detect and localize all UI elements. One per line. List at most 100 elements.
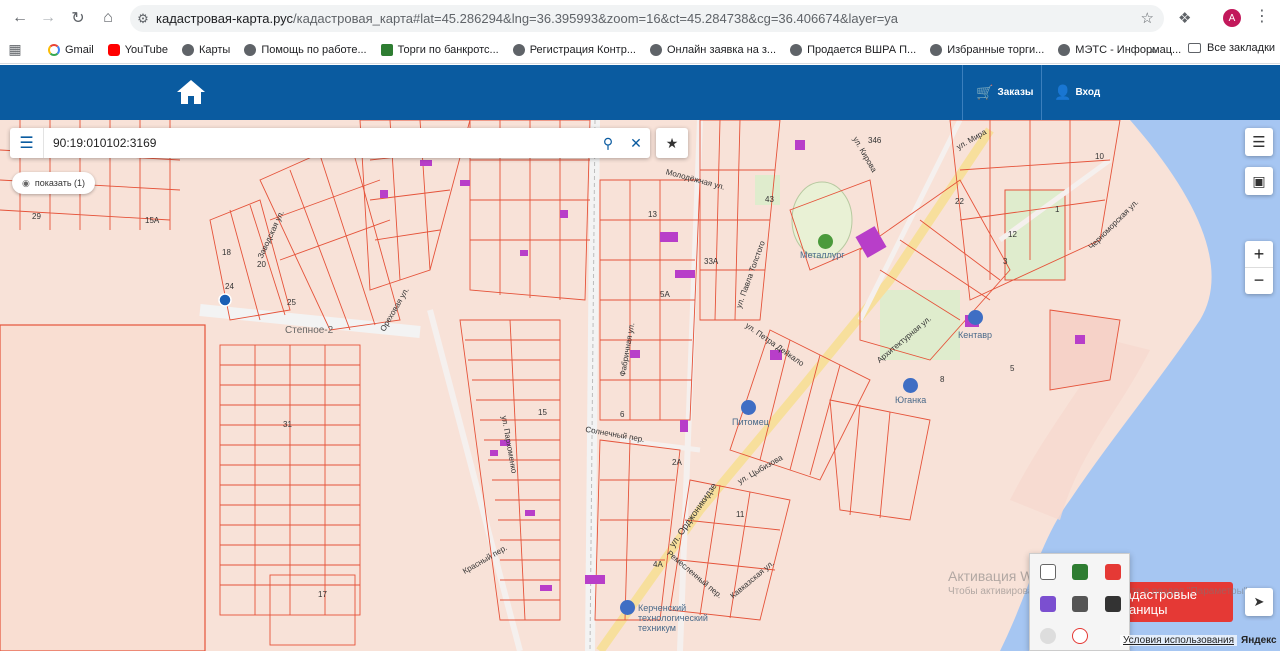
menu-dots-icon[interactable]: ⋮ — [1254, 6, 1270, 26]
plot-number: 25 — [287, 298, 296, 307]
bookmark-mets[interactable]: МЭТС - Информац... — [1058, 43, 1181, 56]
place-label[interactable]: Кентавр — [958, 330, 992, 340]
college-icon[interactable] — [620, 600, 635, 615]
puzzle-icon[interactable] — [1040, 628, 1056, 644]
shield-icon[interactable] — [1072, 564, 1088, 580]
geolocation-icon[interactable]: ➤ — [1245, 588, 1273, 616]
plot-number: 31 — [283, 420, 292, 429]
browser-toolbar: ← → ↻ ⌂ ⚙ кадастровая-карта.рус/кадастро… — [0, 0, 1280, 36]
plot-number: 43 — [765, 195, 774, 204]
plot-number: 4А — [653, 560, 663, 569]
extensions-popup — [1029, 553, 1130, 651]
bookmark-gmail[interactable]: Gmail — [48, 43, 94, 56]
plot-number: 2А — [672, 458, 682, 467]
plot-number: 17 — [318, 590, 327, 599]
bookmark-registration[interactable]: Регистрация Контр... — [512, 43, 636, 56]
stadium-icon[interactable] — [818, 234, 833, 249]
home-logo-icon[interactable] — [176, 79, 206, 105]
show-results-button[interactable]: ◉ показать (1) — [12, 172, 96, 194]
reload-icon[interactable]: ↻ — [64, 4, 92, 32]
bookmark-youtube[interactable]: YouTube — [107, 43, 168, 56]
bookmarks-more-icon[interactable]: » — [1150, 43, 1157, 57]
layers-icon[interactable]: ☰ — [1245, 128, 1273, 156]
bookmark-favorite-trades[interactable]: Избранные торги... — [930, 43, 1044, 56]
globe-icon — [181, 43, 194, 56]
field-parcel — [0, 324, 206, 651]
place-label[interactable]: Металлург — [800, 250, 845, 260]
plot-number: 22 — [955, 197, 964, 206]
gmail-icon — [48, 43, 60, 56]
globe-icon — [650, 43, 662, 56]
cart-icon: 🛒 — [976, 84, 994, 100]
zoom-out-button[interactable]: − — [1245, 267, 1273, 293]
menu-burger-icon[interactable]: ☰ — [10, 128, 44, 158]
plot-number: 20 — [257, 260, 266, 269]
site-info-icon[interactable]: ⚙ — [130, 11, 156, 27]
sport-club-icon[interactable] — [968, 310, 983, 325]
globe-icon — [244, 43, 257, 56]
plot-number: 8 — [940, 375, 945, 384]
parcels-centre — [459, 120, 701, 621]
bookmark-star-icon[interactable]: ☆ — [1141, 9, 1154, 27]
cadastral-number-input[interactable] — [44, 129, 594, 157]
yandex-logo[interactable]: Яндекс — [1241, 635, 1277, 646]
hotel-icon[interactable] — [903, 378, 918, 393]
yandex-icon[interactable] — [1072, 628, 1088, 644]
map-footer: Условия использования Яндекс — [1120, 632, 1277, 648]
globe-icon — [930, 43, 943, 56]
bottle-icon[interactable] — [1040, 564, 1056, 580]
orders-link[interactable]: 🛒 Заказы — [976, 84, 1033, 101]
plot-number: 10 — [1095, 152, 1104, 161]
bookmark-online-request[interactable]: Онлайн заявка на з... — [650, 43, 776, 56]
user-icon: 👤 — [1054, 84, 1072, 100]
plot-number: 5 — [1010, 364, 1015, 373]
plot-number: 24 — [225, 282, 234, 291]
street-label: Степное-2 — [285, 325, 334, 336]
bookmark-for-sale[interactable]: Продается ВШРА П... — [790, 43, 916, 56]
plot-number: 5А — [660, 290, 670, 299]
plot-number: 3 — [1003, 257, 1008, 266]
cadastral-search: ☰ ⚲ ✕ — [10, 128, 650, 158]
selected-plot-marker[interactable] — [218, 293, 232, 307]
clear-icon[interactable]: ✕ — [622, 128, 650, 158]
globe-icon — [1058, 43, 1071, 56]
place-label[interactable]: Питомец — [732, 417, 769, 427]
apps-grid-icon[interactable]: ▦ — [0, 41, 30, 58]
plot-number: 12 — [1008, 230, 1017, 239]
all-bookmarks[interactable]: Все закладки — [1188, 42, 1275, 54]
zoom-in-button[interactable]: + — [1245, 241, 1273, 267]
favorite-star-icon[interactable]: ★ — [656, 128, 688, 158]
plot-number: 6 — [620, 410, 625, 419]
forward-arrow-icon[interactable]: → — [34, 4, 62, 32]
record-icon[interactable] — [1105, 564, 1121, 580]
search-icon[interactable]: ⚲ — [594, 128, 622, 158]
plot-number: 1 — [1055, 205, 1060, 214]
plot-number: 13 — [648, 210, 657, 219]
pet-shop-icon[interactable] — [741, 400, 756, 415]
site-header: 🛒 Заказы 👤 Вход — [0, 65, 1280, 120]
profile-avatar[interactable]: A — [1223, 9, 1241, 27]
header-divider — [962, 65, 963, 120]
back-arrow-icon[interactable]: ← — [6, 4, 34, 32]
bookmark-karty[interactable]: Карты — [181, 43, 230, 56]
folder-icon — [1188, 43, 1201, 53]
address-bar[interactable]: ⚙ кадастровая-карта.рус/кадастровая_карт… — [130, 5, 1164, 32]
place-label[interactable]: Керченский технологический техникум — [638, 603, 718, 633]
bookmark-help[interactable]: Помощь по работе... — [244, 43, 367, 56]
download-icon[interactable] — [1072, 596, 1088, 612]
extensions-icon[interactable]: ❖ — [1178, 9, 1196, 27]
terms-link[interactable]: Условия использования — [1120, 634, 1237, 646]
torgi-icon — [380, 43, 393, 56]
bookmarks-bar: ▦ Gmail YouTube Карты Помощь по работе..… — [0, 36, 1280, 64]
send-icon[interactable] — [1105, 596, 1121, 612]
plot-number: 33А — [704, 257, 719, 266]
home-icon[interactable]: ⌂ — [94, 4, 122, 32]
place-label[interactable]: Юганка — [895, 395, 926, 405]
select-area-icon[interactable]: ▣ — [1245, 167, 1273, 195]
url-text: кадастровая-карта.рус/кадастровая_карта#… — [156, 11, 899, 26]
globe-icon — [790, 43, 803, 56]
plot-number: 29 — [32, 212, 41, 221]
login-link[interactable]: 👤 Вход — [1054, 84, 1100, 101]
pen-icon[interactable] — [1040, 596, 1056, 612]
bookmark-torgi[interactable]: Торги по банкротс... — [380, 43, 499, 56]
